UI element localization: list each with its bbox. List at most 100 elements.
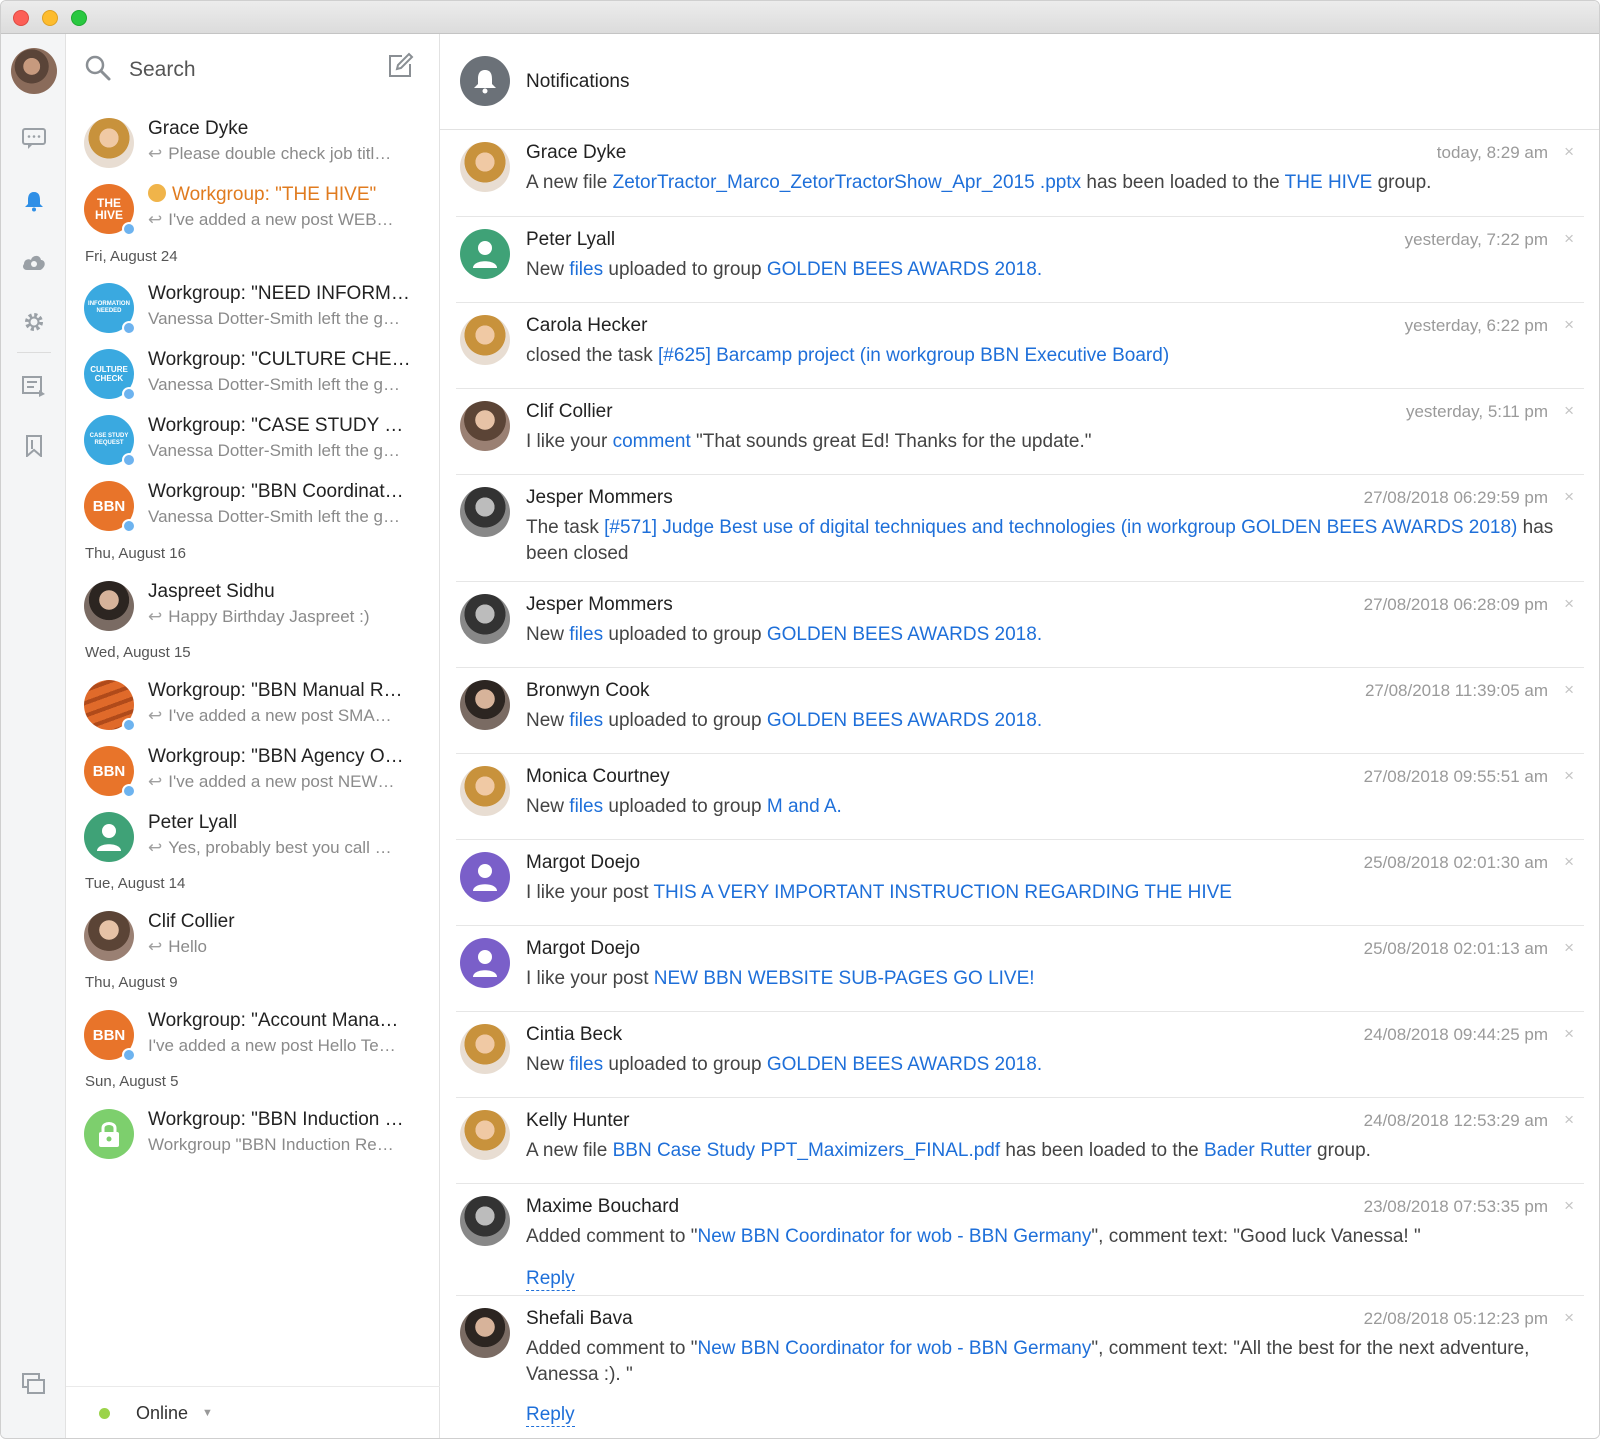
- window-switch-icon[interactable]: [21, 1371, 47, 1397]
- notification-link[interactable]: GOLDEN BEES AWARDS 2018.: [767, 1054, 1042, 1075]
- avatar[interactable]: [460, 315, 510, 365]
- dismiss-icon[interactable]: ×: [1564, 487, 1574, 507]
- dismiss-icon[interactable]: ×: [1564, 1308, 1574, 1328]
- notification-sender[interactable]: Margot Doejo: [526, 852, 640, 874]
- close-window-button[interactable]: [13, 10, 29, 26]
- avatar[interactable]: [460, 142, 510, 192]
- notification-sender[interactable]: Bronwyn Cook: [526, 680, 650, 702]
- notification-item[interactable]: Maxime Bouchard 23/08/2018 07:53:35 pm × Ad…: [456, 1184, 1584, 1296]
- chat-item-peter-lyall[interactable]: Peter Lyall ↩ Yes, probably best you call…: [66, 806, 440, 868]
- avatar[interactable]: [460, 1024, 510, 1074]
- notification-item[interactable]: Monica Courtney 27/08/2018 09:55:51 am × Ne…: [456, 754, 1584, 840]
- my-avatar[interactable]: [11, 48, 57, 94]
- status-label[interactable]: Online: [136, 1403, 188, 1424]
- notification-link[interactable]: NEW BBN WEBSITE SUB-PAGES GO LIVE!: [654, 968, 1035, 989]
- notification-link[interactable]: New BBN Coordinator for wob - BBN German…: [698, 1226, 1092, 1247]
- avatar[interactable]: [460, 766, 510, 816]
- dismiss-icon[interactable]: ×: [1564, 938, 1574, 958]
- notification-item[interactable]: Grace Dyke today, 8:29 am × A new file Zeto…: [456, 130, 1584, 217]
- dismiss-icon[interactable]: ×: [1564, 852, 1574, 872]
- notification-sender[interactable]: Maxime Bouchard: [526, 1196, 679, 1218]
- avatar[interactable]: [460, 487, 510, 537]
- dismiss-icon[interactable]: ×: [1564, 1196, 1574, 1216]
- avatar[interactable]: [460, 594, 510, 644]
- notification-link[interactable]: THE HIVE: [1285, 172, 1373, 193]
- minimize-window-button[interactable]: [42, 10, 58, 26]
- avatar[interactable]: [460, 1308, 510, 1358]
- dismiss-icon[interactable]: ×: [1564, 142, 1574, 162]
- notification-link[interactable]: BBN Case Study PPT_Maximizers_FINAL.pdf: [613, 1140, 1001, 1161]
- notification-item[interactable]: Margot Doejo 25/08/2018 02:01:13 am × I lik…: [456, 926, 1584, 1012]
- chat-item-bbn-agency[interactable]: BBN Workgroup: "BBN Agency O… ↩ I've adde…: [66, 740, 440, 802]
- notification-item[interactable]: Margot Doejo 25/08/2018 02:01:30 am × I lik…: [456, 840, 1584, 926]
- avatar[interactable]: [460, 852, 510, 902]
- notification-sender[interactable]: Jesper Mommers: [526, 594, 673, 616]
- notification-link[interactable]: M and A.: [767, 796, 842, 817]
- notification-link[interactable]: files: [569, 259, 603, 280]
- notification-link[interactable]: GOLDEN BEES AWARDS 2018.: [767, 259, 1042, 280]
- dismiss-icon[interactable]: ×: [1564, 401, 1574, 421]
- notification-sender[interactable]: Peter Lyall: [526, 229, 615, 251]
- dismiss-icon[interactable]: ×: [1564, 1024, 1574, 1044]
- dismiss-icon[interactable]: ×: [1564, 1110, 1574, 1130]
- notification-sender[interactable]: Jesper Mommers: [526, 487, 673, 509]
- chat-item-case-study[interactable]: CASE STUDY REQUEST Workgroup: "CASE STUDY…: [66, 409, 440, 471]
- notification-link[interactable]: ZetorTractor_Marco_ZetorTractorShow_Apr_…: [613, 172, 1082, 193]
- dismiss-icon[interactable]: ×: [1564, 680, 1574, 700]
- notification-link[interactable]: files: [569, 624, 603, 645]
- notification-sender[interactable]: Monica Courtney: [526, 766, 670, 788]
- notification-sender[interactable]: Shefali Bava: [526, 1308, 633, 1330]
- avatar[interactable]: [460, 938, 510, 988]
- notification-sender[interactable]: Cintia Beck: [526, 1024, 622, 1046]
- notification-link[interactable]: files: [569, 710, 603, 731]
- notification-item[interactable]: Shefali Bava 22/08/2018 05:12:23 pm × Added…: [456, 1296, 1584, 1438]
- notification-sender[interactable]: Clif Collier: [526, 401, 613, 423]
- notification-sender[interactable]: Kelly Hunter: [526, 1110, 630, 1132]
- reply-link[interactable]: Reply: [526, 1404, 575, 1427]
- notification-link[interactable]: files: [569, 796, 603, 817]
- dismiss-icon[interactable]: ×: [1564, 229, 1574, 249]
- zoom-window-button[interactable]: [71, 10, 87, 26]
- search-placeholder[interactable]: Search: [129, 58, 196, 82]
- notification-link[interactable]: files: [569, 1054, 603, 1075]
- notification-sender[interactable]: Grace Dyke: [526, 142, 626, 164]
- cloud-icon[interactable]: [21, 249, 47, 275]
- chat-icon[interactable]: [21, 126, 47, 152]
- notification-link[interactable]: GOLDEN BEES AWARDS 2018.: [767, 710, 1042, 731]
- gear-icon[interactable]: [21, 309, 47, 335]
- bell-icon[interactable]: [21, 188, 47, 214]
- avatar[interactable]: [460, 229, 510, 279]
- notification-item[interactable]: Carola Hecker yesterday, 6:22 pm × closed t…: [456, 303, 1584, 389]
- notification-sender[interactable]: Margot Doejo: [526, 938, 640, 960]
- chat-item-culture-check[interactable]: CULTURE CHECK Workgroup: "CULTURE CHE… Va…: [66, 343, 440, 405]
- search-bar[interactable]: Search: [66, 34, 440, 104]
- notification-item[interactable]: Jesper Mommers 27/08/2018 06:29:59 pm × The…: [456, 475, 1584, 582]
- chat-item-bbn-manual[interactable]: Workgroup: "BBN Manual R… ↩ I've added a …: [66, 674, 440, 736]
- compose-icon[interactable]: [386, 52, 416, 82]
- avatar[interactable]: [460, 401, 510, 451]
- notification-link[interactable]: [#571] Judge Best use of digital techniq…: [604, 517, 1517, 538]
- notification-item[interactable]: Kelly Hunter 24/08/2018 12:53:29 am × A new…: [456, 1098, 1584, 1184]
- notification-link[interactable]: [#625] Barcamp project (in workgroup BBN…: [658, 345, 1169, 366]
- notification-item[interactable]: Clif Collier yesterday, 5:11 pm × I like yo…: [456, 389, 1584, 475]
- chevron-down-icon[interactable]: ▼: [202, 1407, 213, 1419]
- notification-item[interactable]: Bronwyn Cook 27/08/2018 11:39:05 am × New f…: [456, 668, 1584, 754]
- avatar[interactable]: [460, 680, 510, 730]
- chat-item-clif-collier[interactable]: Clif Collier ↩ Hello: [66, 905, 440, 967]
- chat-item-bbn-coordinators[interactable]: BBN Workgroup: "BBN Coordinat… Vanessa D…: [66, 475, 440, 537]
- notification-item[interactable]: Peter Lyall yesterday, 7:22 pm × New files …: [456, 217, 1584, 303]
- chat-item-bbn-induction[interactable]: Workgroup: "BBN Induction … Workgroup "B…: [66, 1103, 440, 1165]
- dismiss-icon[interactable]: ×: [1564, 315, 1574, 335]
- notification-sender[interactable]: Carola Hecker: [526, 315, 647, 337]
- chat-item-jaspreet-sidhu[interactable]: Jaspreet Sidhu ↩ Happy Birthday Jaspreet …: [66, 575, 440, 637]
- notification-item[interactable]: Jesper Mommers 27/08/2018 06:28:09 pm × New…: [456, 582, 1584, 668]
- notification-item[interactable]: Cintia Beck 24/08/2018 09:44:25 pm × New fi…: [456, 1012, 1584, 1098]
- notification-link[interactable]: Bader Rutter: [1204, 1140, 1312, 1161]
- notification-link[interactable]: comment: [613, 431, 691, 452]
- dismiss-icon[interactable]: ×: [1564, 766, 1574, 786]
- chat-item-the-hive[interactable]: THE HIVE Workgroup: "THE HIVE" ↩ I've adde…: [66, 178, 440, 240]
- chat-item-account-management[interactable]: BBN Workgroup: "Account Mana… I've added…: [66, 1004, 440, 1066]
- presence-status[interactable]: Online ▼: [66, 1386, 440, 1438]
- notification-link[interactable]: GOLDEN BEES AWARDS 2018.: [767, 624, 1042, 645]
- notification-link[interactable]: New BBN Coordinator for wob - BBN German…: [698, 1338, 1092, 1359]
